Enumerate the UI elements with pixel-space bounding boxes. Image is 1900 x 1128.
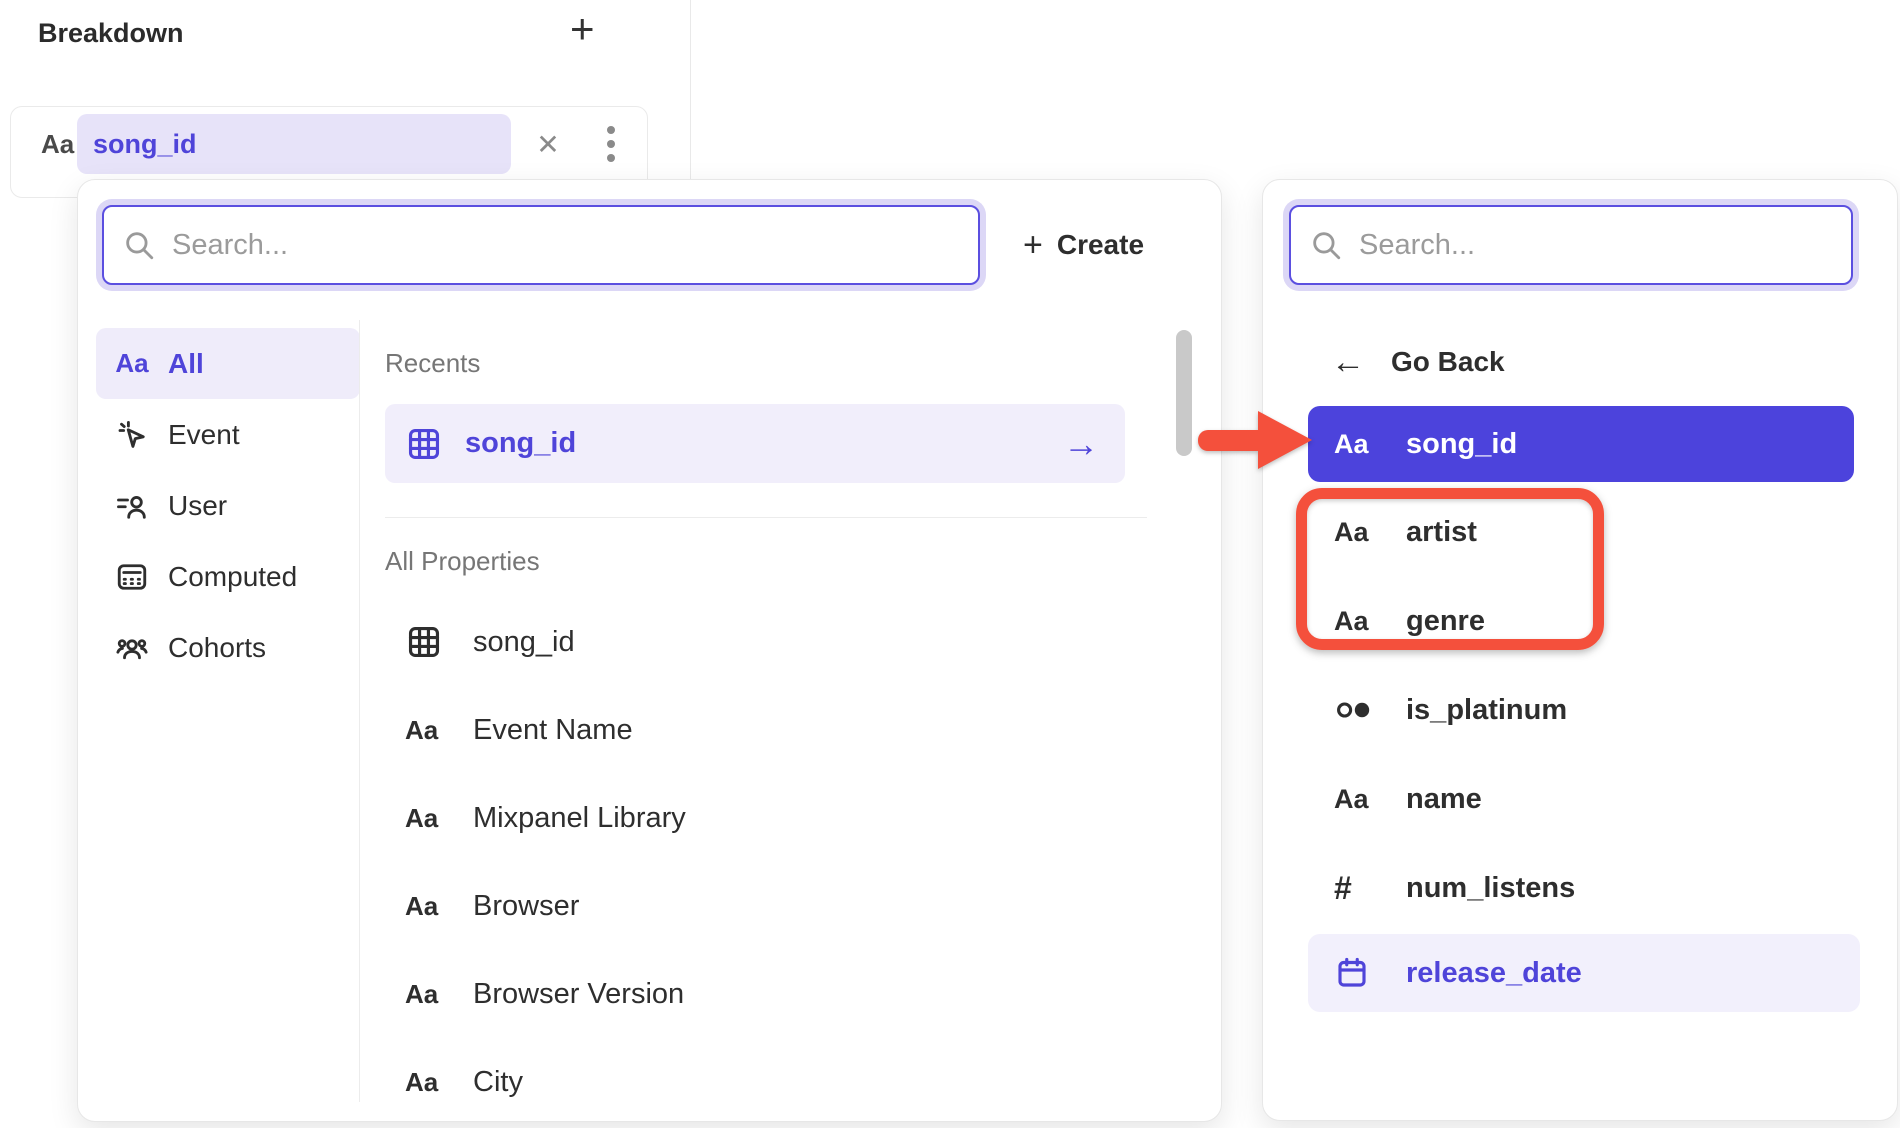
mixpanel-breakdown-screen: Breakdown + Aa song_id ✕ bbox=[0, 0, 1900, 1128]
search-input[interactable] bbox=[172, 229, 771, 262]
back-arrow-icon: ← bbox=[1331, 345, 1365, 379]
recents-header: Recents bbox=[385, 348, 480, 379]
calendar-icon bbox=[1334, 955, 1378, 991]
all-properties-header: All Properties bbox=[385, 546, 540, 577]
property-row-mixpanel-library[interactable]: Aa Mixpanel Library bbox=[385, 774, 1125, 862]
plus-icon: + bbox=[1023, 228, 1043, 262]
kebab-menu-icon[interactable] bbox=[591, 107, 631, 181]
property-type-icon: Aa bbox=[41, 107, 74, 181]
drilldown-item-release-date[interactable]: release_date bbox=[1308, 934, 1860, 1012]
text-property-icon: Aa bbox=[405, 979, 449, 1010]
text-property-icon: Aa bbox=[1334, 429, 1378, 460]
property-row-song-id[interactable]: song_id bbox=[385, 598, 1125, 686]
search-input[interactable] bbox=[1359, 229, 1738, 262]
drilldown-item-song-id[interactable]: Aa song_id bbox=[1308, 406, 1854, 482]
sidebar-item-computed[interactable]: Computed bbox=[96, 541, 360, 612]
sidebar-item-event[interactable]: Event bbox=[96, 399, 360, 470]
drilldown-item-num-listens[interactable]: # num_listens bbox=[1308, 858, 1728, 918]
property-row-event-name[interactable]: Aa Event Name bbox=[385, 686, 1125, 774]
recent-property-song-id[interactable]: song_id → bbox=[385, 404, 1125, 483]
event-cursor-icon bbox=[112, 417, 152, 453]
section-divider bbox=[385, 517, 1147, 518]
grid-table-icon bbox=[405, 623, 449, 661]
text-property-icon: Aa bbox=[405, 803, 449, 834]
breakdown-property-label: song_id bbox=[93, 129, 197, 160]
search-field-wrapper bbox=[96, 199, 986, 291]
property-row-browser[interactable]: Aa Browser bbox=[385, 862, 1125, 950]
text-property-icon: Aa bbox=[1334, 517, 1378, 548]
text-property-icon: Aa bbox=[1334, 784, 1378, 815]
search-icon bbox=[1309, 228, 1343, 262]
sidebar-item-all[interactable]: Aa All bbox=[96, 328, 360, 399]
boolean-icon bbox=[1334, 698, 1378, 722]
sidebar-item-user[interactable]: User bbox=[96, 470, 360, 541]
search-field-wrapper bbox=[1283, 199, 1859, 291]
breakdown-property-chip[interactable]: song_id bbox=[77, 114, 511, 174]
property-list: song_id Aa Event Name Aa Mixpanel Librar… bbox=[385, 598, 1125, 1126]
grid-table-icon bbox=[405, 425, 443, 463]
user-icon bbox=[112, 488, 152, 524]
category-sidebar: Aa All Event Use bbox=[96, 328, 360, 683]
text-property-icon: Aa bbox=[405, 1067, 449, 1098]
drill-in-arrow-icon: → bbox=[1063, 426, 1099, 462]
property-drilldown-panel: ← Go Back Aa song_id Aa artist Aa genre … bbox=[1262, 179, 1898, 1121]
sidebar-item-cohorts[interactable]: Cohorts bbox=[96, 612, 360, 683]
sidebar-divider bbox=[359, 320, 360, 1102]
text-property-icon: Aa bbox=[405, 891, 449, 922]
property-row-city[interactable]: Aa City bbox=[385, 1038, 1125, 1126]
number-icon: # bbox=[1334, 870, 1378, 907]
text-property-icon: Aa bbox=[405, 715, 449, 746]
go-back-button[interactable]: ← Go Back bbox=[1313, 336, 1613, 388]
cohorts-icon bbox=[112, 630, 152, 666]
drilldown-item-artist[interactable]: Aa artist bbox=[1308, 502, 1728, 562]
create-button[interactable]: + Create bbox=[1023, 212, 1144, 278]
add-breakdown-button[interactable]: + bbox=[570, 8, 595, 50]
property-picker-panel: + Create Aa All Event bbox=[77, 179, 1222, 1122]
drilldown-item-genre[interactable]: Aa genre bbox=[1308, 591, 1728, 651]
remove-breakdown-button[interactable]: ✕ bbox=[523, 107, 573, 181]
panel-divider bbox=[690, 0, 691, 179]
text-property-icon: Aa bbox=[1334, 606, 1378, 637]
page-title: Breakdown bbox=[38, 18, 184, 49]
text-property-icon: Aa bbox=[112, 348, 152, 379]
drilldown-item-is-platinum[interactable]: is_platinum bbox=[1308, 680, 1728, 740]
drilldown-item-name[interactable]: Aa name bbox=[1308, 769, 1728, 829]
scrollbar-thumb[interactable] bbox=[1176, 330, 1192, 456]
search-icon bbox=[122, 228, 156, 262]
property-row-browser-version[interactable]: Aa Browser Version bbox=[385, 950, 1125, 1038]
computed-icon bbox=[112, 559, 152, 595]
